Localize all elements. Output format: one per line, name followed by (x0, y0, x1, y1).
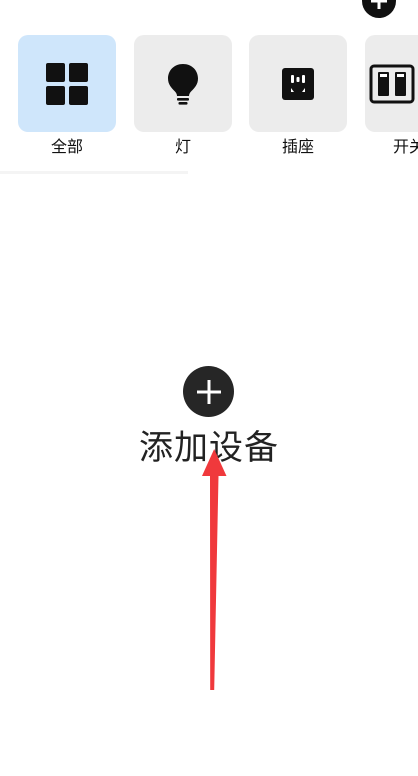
add-device-label[interactable]: 添加设备 (0, 426, 418, 470)
category-light-label: 灯 (174, 137, 191, 156)
top-add-button[interactable] (362, 0, 396, 18)
category-all[interactable]: 全部 (18, 35, 116, 157)
category-all-tile[interactable] (18, 35, 116, 132)
plus-icon (371, 0, 387, 9)
switch-icon (369, 64, 415, 103)
grid-icon (46, 62, 88, 105)
category-socket[interactable]: 插座 (249, 35, 347, 157)
socket-icon (282, 67, 314, 100)
category-light[interactable]: 灯 (134, 35, 232, 157)
add-device-button[interactable] (183, 366, 234, 417)
device-page: 全部 灯 插座 开关 添加设备 (0, 0, 418, 776)
category-switch-tile[interactable] (365, 35, 418, 132)
empty-state: 添加设备 (0, 366, 418, 476)
plus-icon (196, 379, 221, 404)
category-light-tile[interactable] (134, 35, 232, 132)
category-socket-tile[interactable] (249, 35, 347, 132)
category-socket-label: 插座 (281, 137, 314, 156)
category-all-label: 全部 (50, 137, 83, 156)
category-switch-label: 开关 (392, 137, 418, 156)
lightbulb-icon (168, 63, 198, 105)
category-divider (0, 171, 188, 174)
category-switch[interactable]: 开关 (365, 35, 418, 157)
category-bar: 全部 灯 插座 开关 (18, 35, 418, 163)
